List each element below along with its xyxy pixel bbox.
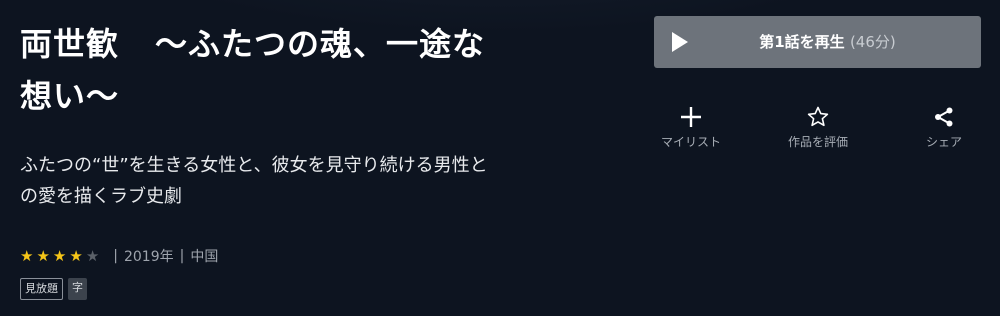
separator: | xyxy=(179,248,185,264)
title-subtitle: 〜ふたつの魂、一途な xyxy=(155,25,486,63)
mylist-button[interactable]: マイリスト xyxy=(636,100,746,160)
star-icon: ★ xyxy=(20,246,34,265)
action-bar: マイリスト 作品を評価 シェア xyxy=(654,100,981,160)
title-subtitle-line2: 想い〜 xyxy=(20,77,120,115)
separator: | xyxy=(113,248,118,264)
star-icon: ★ xyxy=(69,246,83,265)
synopsis-line1: ふたつの“世”を生きる女性と、彼女を見守り続ける男性と xyxy=(20,155,488,176)
star-icon: ★ xyxy=(52,246,67,265)
share-icon xyxy=(889,100,999,134)
plus-icon xyxy=(636,100,746,134)
rate-button[interactable]: 作品を評価 xyxy=(763,100,873,160)
rate-label: 作品を評価 xyxy=(787,135,848,149)
star-icon: ★ xyxy=(36,246,50,265)
play-episode-button[interactable]: 第1話を再生 (46分) xyxy=(654,16,981,68)
page-title: 両世歓 〜ふたつの魂、一途な 想い〜 xyxy=(20,18,580,122)
star-outline-icon xyxy=(763,100,873,134)
play-button-label-wrap: 第1話を再生 (46分) xyxy=(654,16,981,68)
play-button-label: 第1話を再生 xyxy=(759,33,845,51)
synopsis: ふたつの“世”を生きる女性と、彼女を見守り続ける男性と の愛を描くラブ史劇 xyxy=(20,150,560,212)
star-icon: ★ xyxy=(85,246,100,265)
share-button[interactable]: シェア xyxy=(889,100,999,160)
meta-row: ★ ★ ★ ★ ★ | 2019年 | 中国 xyxy=(20,245,218,267)
badges: 見放題 字 xyxy=(20,278,87,300)
share-label: シェア xyxy=(925,135,962,149)
title-main: 両世歓 xyxy=(20,25,120,63)
mihoudai-badge: 見放題 xyxy=(20,278,63,300)
mylist-label: マイリスト xyxy=(660,135,721,149)
country: 中国 xyxy=(190,249,219,265)
episode-duration: (46分) xyxy=(849,33,896,51)
star-rating: ★ ★ ★ ★ ★ xyxy=(20,246,100,265)
subtitle-badge: 字 xyxy=(68,278,87,300)
synopsis-line2: の愛を描くラブ史劇 xyxy=(20,186,182,207)
release-year: 2019年 xyxy=(123,249,174,265)
title-detail-page: 両世歓 〜ふたつの魂、一途な 想い〜 ふたつの“世”を生きる女性と、彼女を見守り続… xyxy=(0,0,1000,316)
